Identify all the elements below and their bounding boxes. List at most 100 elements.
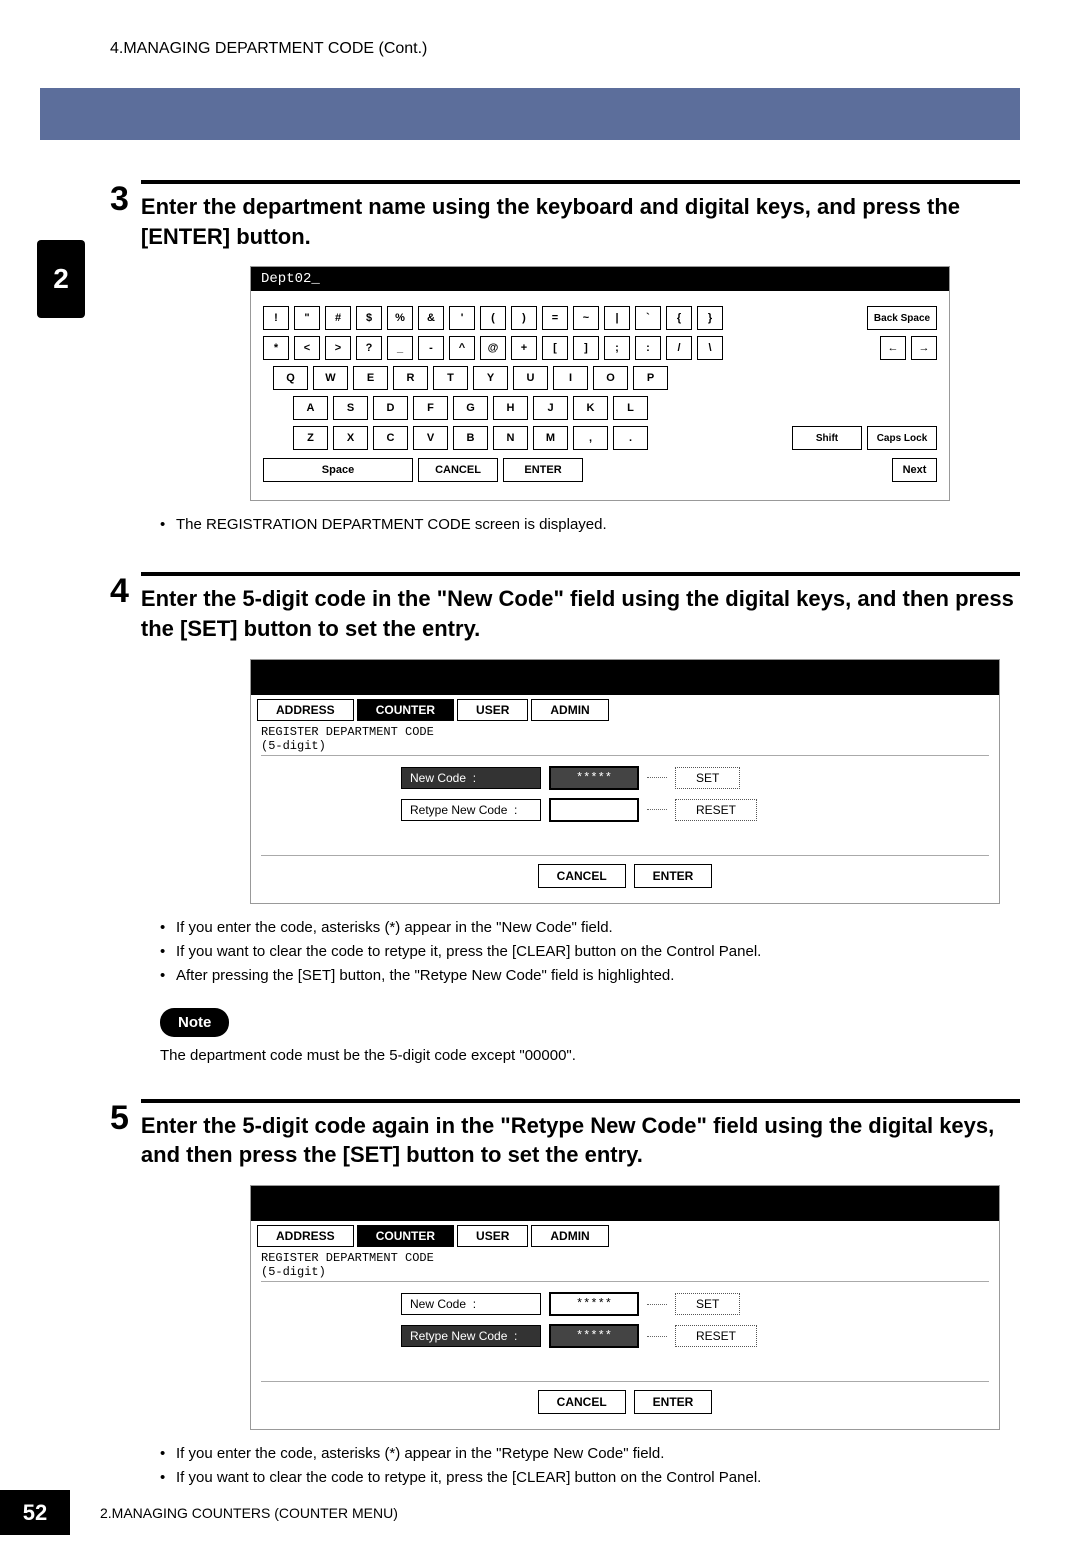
key-e[interactable]: E <box>353 366 388 390</box>
key-m[interactable]: M <box>533 426 568 450</box>
tab-admin[interactable]: ADMIN <box>531 1225 608 1247</box>
new-code-input[interactable]: ***** <box>549 1292 639 1316</box>
enter-key[interactable]: ENTER <box>503 458 583 482</box>
step-bullet: If you want to clear the code to retype … <box>160 940 1020 964</box>
footer-text: 2.MANAGING COUNTERS (COUNTER MENU) <box>100 1505 398 1521</box>
page-header: 4.MANAGING DEPARTMENT CODE (Cont.) <box>40 40 1020 58</box>
key-][interactable]: ] <box>573 336 599 360</box>
step-title: Enter the 5-digit code in the "New Code"… <box>141 572 1020 643</box>
key-r[interactable]: R <box>393 366 428 390</box>
key-→[interactable]: → <box>911 336 937 360</box>
key-+[interactable]: + <box>511 336 537 360</box>
key-g[interactable]: G <box>453 396 488 420</box>
key-}[interactable]: } <box>697 306 723 330</box>
key-x[interactable]: X <box>333 426 368 450</box>
key-%[interactable]: % <box>387 306 413 330</box>
key-w[interactable]: W <box>313 366 348 390</box>
key-z[interactable]: Z <box>293 426 328 450</box>
step-title: Enter the department name using the keyb… <box>141 180 1020 251</box>
key-←[interactable]: ← <box>880 336 906 360</box>
key-`[interactable]: ` <box>635 306 661 330</box>
key-.[interactable]: . <box>613 426 648 450</box>
key-o[interactable]: O <box>593 366 628 390</box>
key-l[interactable]: L <box>613 396 648 420</box>
enter-button[interactable]: ENTER <box>634 864 713 888</box>
tab-counter[interactable]: COUNTER <box>357 1225 454 1247</box>
key-v[interactable]: V <box>413 426 448 450</box>
key-#[interactable]: # <box>325 306 351 330</box>
note-text: The department code must be the 5-digit … <box>160 1047 1020 1064</box>
key-q[interactable]: Q <box>273 366 308 390</box>
key-i[interactable]: I <box>553 366 588 390</box>
key-t[interactable]: T <box>433 366 468 390</box>
reset-button[interactable]: RESET <box>675 1325 757 1347</box>
key-<[interactable]: < <box>294 336 320 360</box>
key-/[interactable]: / <box>666 336 692 360</box>
key-u[interactable]: U <box>513 366 548 390</box>
tab-counter[interactable]: COUNTER <box>357 699 454 721</box>
key-n[interactable]: N <box>493 426 528 450</box>
key-|[interactable]: | <box>604 306 630 330</box>
key-c[interactable]: C <box>373 426 408 450</box>
retype-code-label: Retype New Code : <box>401 1325 541 1347</box>
page-number: 52 <box>0 1490 70 1535</box>
reset-button[interactable]: RESET <box>675 799 757 821</box>
key-h[interactable]: H <box>493 396 528 420</box>
new-code-input[interactable]: ***** <box>549 766 639 790</box>
cancel-key[interactable]: CANCEL <box>418 458 498 482</box>
key-&[interactable]: & <box>418 306 444 330</box>
key-\[interactable]: \ <box>697 336 723 360</box>
space-key[interactable]: Space <box>263 458 413 482</box>
cancel-button[interactable]: CANCEL <box>538 1390 626 1414</box>
key-y[interactable]: Y <box>473 366 508 390</box>
key-)[interactable]: ) <box>511 306 537 330</box>
key-shift[interactable]: Shift <box>792 426 862 450</box>
key-![interactable]: ! <box>263 306 289 330</box>
key-;[interactable]: ; <box>604 336 630 360</box>
key-^[interactable]: ^ <box>449 336 475 360</box>
retype-code-input[interactable] <box>549 798 639 822</box>
key-back space[interactable]: Back Space <box>867 306 937 330</box>
key-:[interactable]: : <box>635 336 661 360</box>
kb-input-display: Dept02_ <box>251 267 949 291</box>
tab-admin[interactable]: ADMIN <box>531 699 608 721</box>
key-=[interactable]: = <box>542 306 568 330</box>
cancel-button[interactable]: CANCEL <box>538 864 626 888</box>
key-*[interactable]: * <box>263 336 289 360</box>
key-{[interactable]: { <box>666 306 692 330</box>
retype-code-input[interactable]: ***** <box>549 1324 639 1348</box>
key-'[interactable]: ' <box>449 306 475 330</box>
key-,[interactable]: , <box>573 426 608 450</box>
key-a[interactable]: A <box>293 396 328 420</box>
tab-user[interactable]: USER <box>457 1225 528 1247</box>
key-p[interactable]: P <box>633 366 668 390</box>
key-"[interactable]: " <box>294 306 320 330</box>
tab-user[interactable]: USER <box>457 699 528 721</box>
key-_[interactable]: _ <box>387 336 413 360</box>
key-s[interactable]: S <box>333 396 368 420</box>
key--[interactable]: - <box>418 336 444 360</box>
key-?[interactable]: ? <box>356 336 382 360</box>
key-@[interactable]: @ <box>480 336 506 360</box>
header-bar <box>40 88 1020 140</box>
key->[interactable]: > <box>325 336 351 360</box>
retype-code-label: Retype New Code : <box>401 799 541 821</box>
key-caps lock[interactable]: Caps Lock <box>867 426 937 450</box>
enter-button[interactable]: ENTER <box>634 1390 713 1414</box>
set-button[interactable]: SET <box>675 1293 740 1315</box>
next-key[interactable]: Next <box>892 458 937 482</box>
key-[[interactable]: [ <box>542 336 568 360</box>
key-~[interactable]: ~ <box>573 306 599 330</box>
key-$[interactable]: $ <box>356 306 382 330</box>
key-d[interactable]: D <box>373 396 408 420</box>
tab-address[interactable]: ADDRESS <box>257 1225 354 1247</box>
key-j[interactable]: J <box>533 396 568 420</box>
chapter-tab: 2 <box>37 240 85 318</box>
set-button[interactable]: SET <box>675 767 740 789</box>
key-k[interactable]: K <box>573 396 608 420</box>
reg-subtitle: REGISTER DEPARTMENT CODE(5-digit) <box>261 723 989 756</box>
key-([interactable]: ( <box>480 306 506 330</box>
key-b[interactable]: B <box>453 426 488 450</box>
tab-address[interactable]: ADDRESS <box>257 699 354 721</box>
key-f[interactable]: F <box>413 396 448 420</box>
